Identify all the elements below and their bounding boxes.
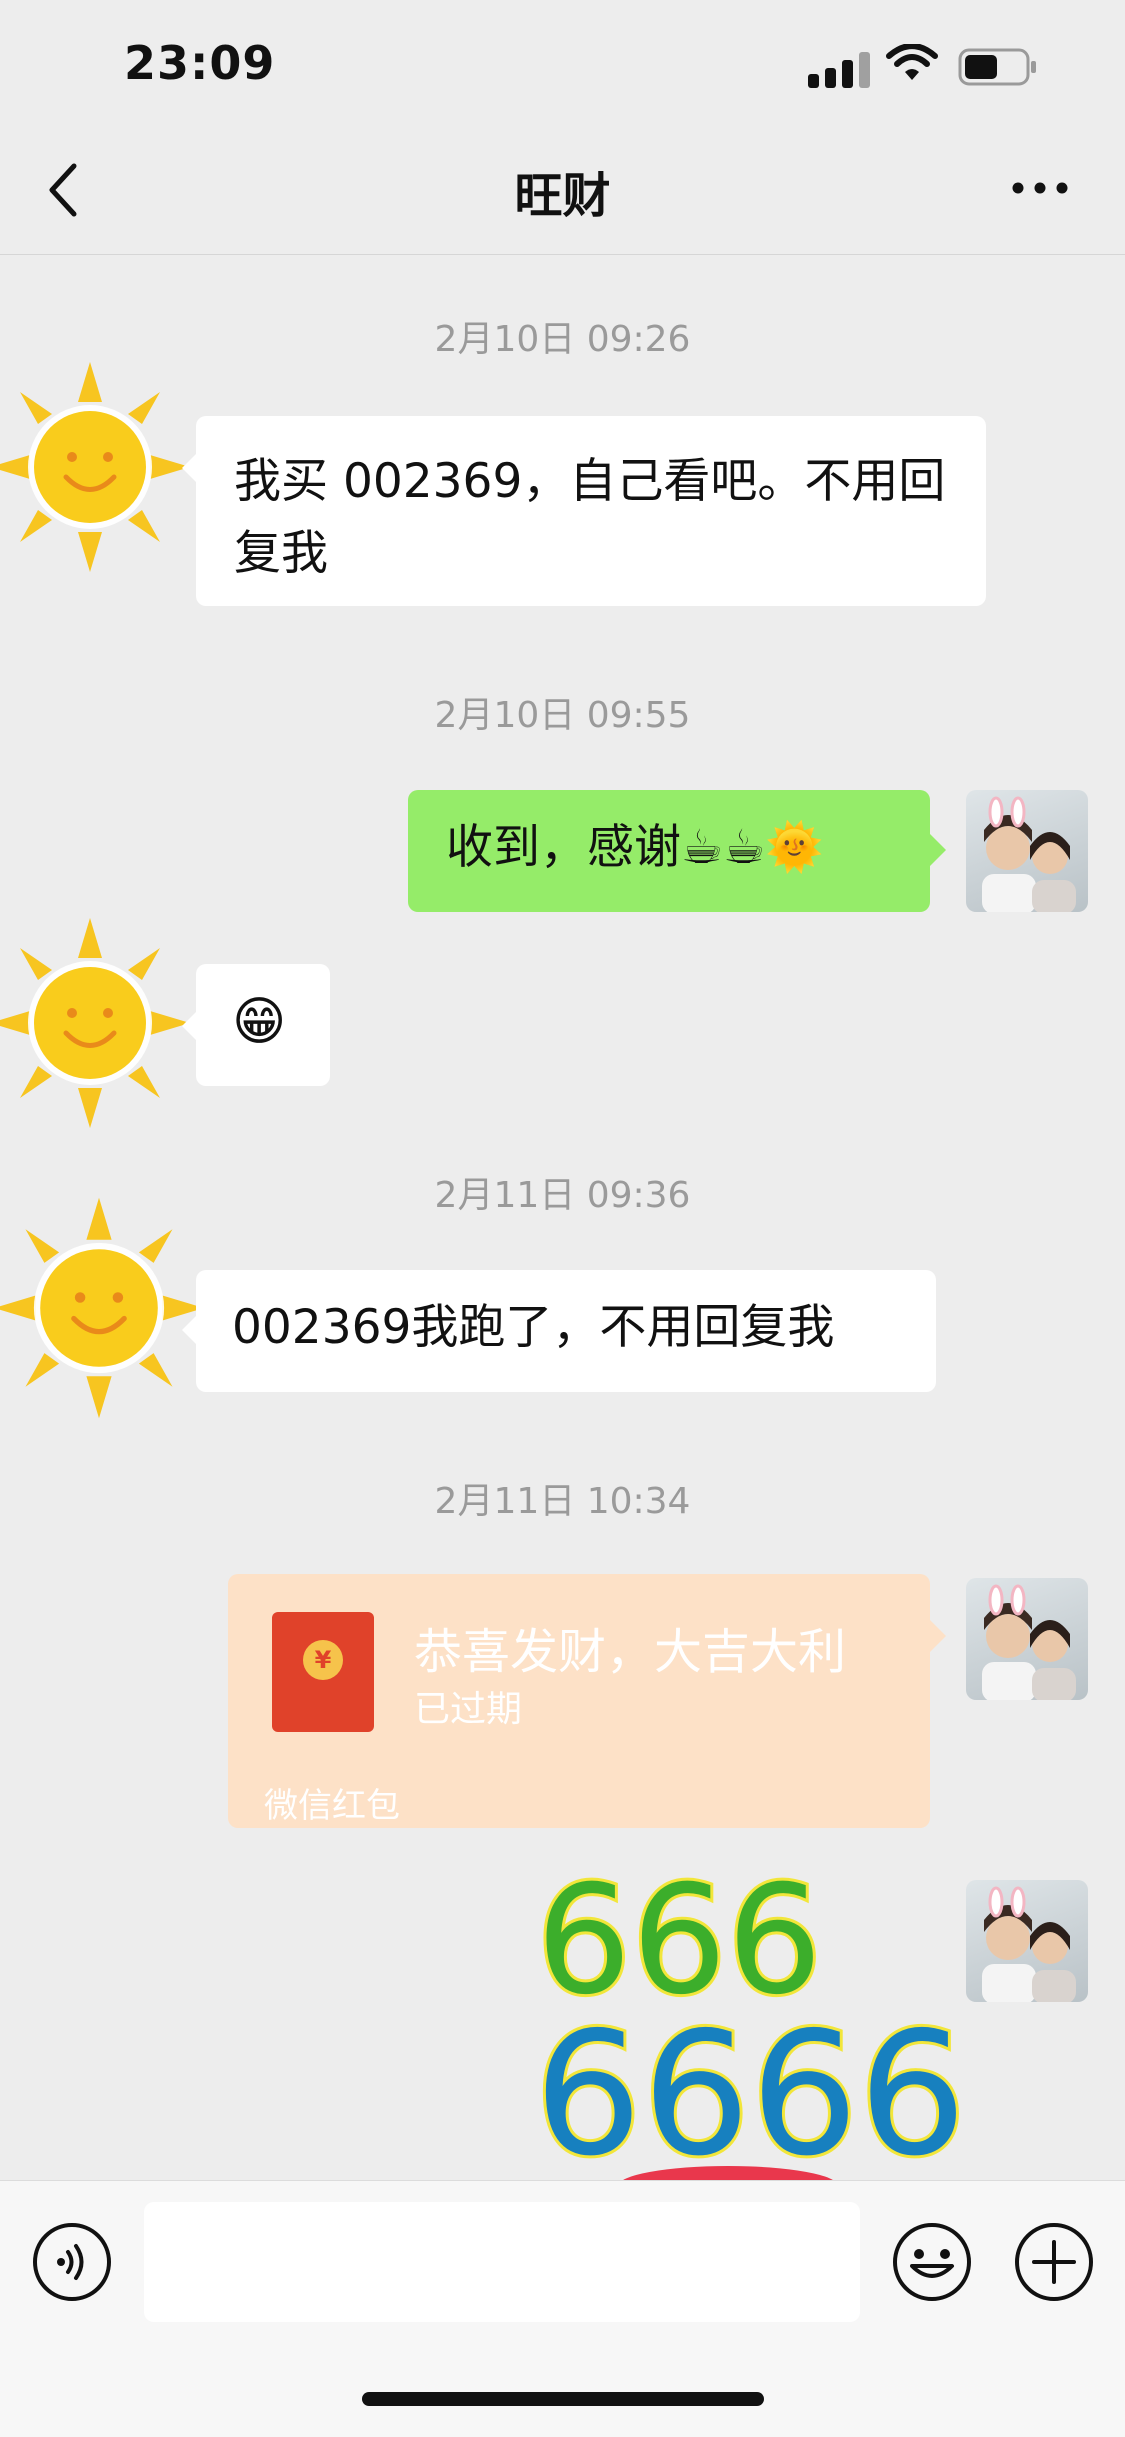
contact-avatar-sun-icon[interactable] xyxy=(0,1196,204,1420)
self-avatar[interactable] xyxy=(966,1578,1088,1700)
status-time: 23:09 xyxy=(124,36,276,90)
chat-title: 旺财 xyxy=(514,168,611,224)
cellular-signal-icon xyxy=(808,48,872,88)
message-timestamp: 2月11日 10:34 xyxy=(434,1481,691,1522)
message-timestamp: 2月10日 09:26 xyxy=(434,319,691,360)
self-avatar-photo-icon xyxy=(982,1584,1076,1700)
contact-avatar-sun-icon[interactable] xyxy=(0,362,190,572)
message-bubble-sent[interactable]: 收到，感谢☕☕🌞 xyxy=(408,790,930,912)
red-packet-title: 恭喜发财，大吉大利 xyxy=(414,1624,847,1680)
message-bubble-received[interactable]: 😁 xyxy=(196,964,330,1086)
self-avatar[interactable] xyxy=(966,1880,1088,2002)
home-indicator xyxy=(362,2392,764,2406)
red-packet-brand: 微信红包 xyxy=(264,1786,400,1826)
message-bubble-received[interactable]: 我买 002369，自己看吧。不用回复我 xyxy=(196,416,986,606)
sticker-666-line-1: 666 xyxy=(533,1854,825,2028)
bubble-tail xyxy=(930,834,946,866)
battery-icon xyxy=(958,48,1036,86)
yuan-coin-icon: ¥ xyxy=(303,1640,343,1680)
sticker-666-line-2: 6666 xyxy=(531,1996,970,2194)
wifi-icon xyxy=(886,44,938,80)
red-packet-status: 已过期 xyxy=(414,1689,523,1730)
add-more-icon[interactable] xyxy=(1014,2222,1094,2302)
contact-avatar-sun-icon[interactable] xyxy=(0,918,190,1128)
bubble-tail xyxy=(930,1620,946,1652)
voice-input-icon[interactable] xyxy=(32,2222,112,2302)
self-avatar[interactable] xyxy=(966,790,1088,912)
self-avatar-photo-icon xyxy=(982,796,1076,912)
self-avatar-photo-icon xyxy=(982,1886,1076,2002)
message-input[interactable] xyxy=(144,2202,860,2322)
emoji-icon[interactable] xyxy=(892,2222,972,2302)
message-bubble-received[interactable]: 002369我跑了，不用回复我 xyxy=(196,1270,936,1392)
message-timestamp: 2月10日 09:55 xyxy=(434,695,691,736)
more-options-icon[interactable] xyxy=(1010,178,1070,198)
